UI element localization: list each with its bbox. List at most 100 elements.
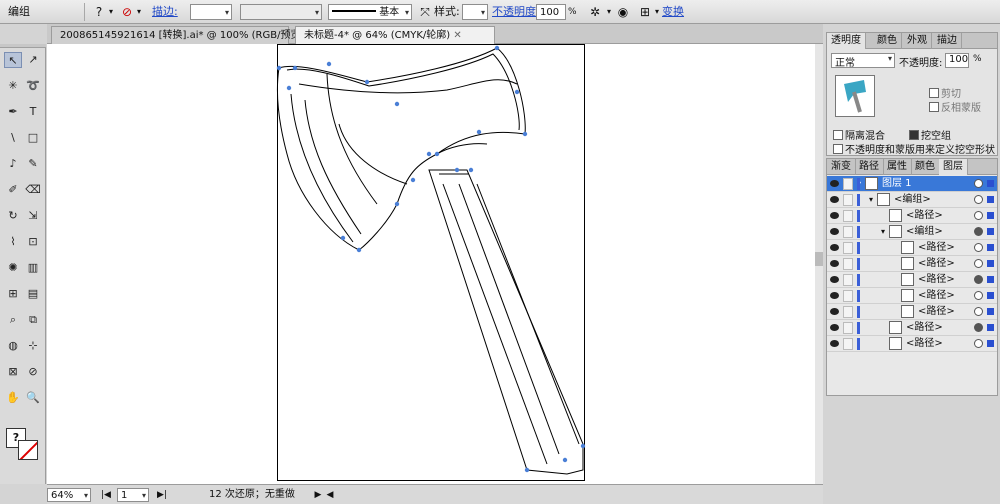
tab-layers[interactable]: 图层 [939,159,968,175]
blend-tool-icon[interactable]: ⧉ [24,312,42,328]
lock-toggle[interactable] [843,322,853,334]
target-icon[interactable] [974,291,983,300]
tab-appearance[interactable]: 外观 [903,33,932,49]
layer-row[interactable]: ▾图层 1 [827,176,997,192]
page-select[interactable]: 1 ▾ [117,488,149,502]
selection-indicator[interactable] [987,212,994,219]
paintbrush-tool-icon[interactable]: ♪ [4,156,22,172]
opacity-input[interactable]: 100 [536,4,566,20]
chevron-down-icon[interactable]: ▾ [130,4,148,20]
scroll-thumb[interactable] [815,252,823,266]
lock-toggle[interactable] [843,226,853,238]
tab-pathfinder[interactable]: 路径 [855,159,884,175]
selection-indicator[interactable] [987,308,994,315]
rectangle-tool-icon[interactable]: □ [24,130,42,146]
tab-document-1[interactable]: 200865145921614 [转换].ai* @ 100% (RGB/预览) [51,26,304,44]
column-graph-tool-icon[interactable]: ▥ [24,260,42,276]
visibility-eye-icon[interactable] [830,292,839,299]
eyedropper-tool-icon[interactable]: ⌕ [4,312,22,328]
selection-indicator[interactable] [987,324,994,331]
target-icon[interactable] [974,323,983,332]
symbol-sprayer-tool-icon[interactable]: ✺ [4,260,22,276]
stroke-box-icon[interactable] [18,440,38,460]
clip-option[interactable]: 剪切 [929,85,961,100]
canvas[interactable] [47,44,823,484]
selection-tool-icon[interactable]: ↖ [4,52,22,68]
selection-indicator[interactable] [987,244,994,251]
tab-attributes[interactable]: 属性 [883,159,912,175]
pen-tool-icon[interactable]: ✒ [4,104,22,120]
stroke-link[interactable]: 描边: [152,4,178,20]
direct-selection-tool-icon[interactable]: ↗ [24,52,42,68]
tab-stroke[interactable]: 描边 [933,33,962,49]
visibility-eye-icon[interactable] [830,276,839,283]
vertical-scrollbar[interactable] [815,44,823,484]
layer-row[interactable]: ▾ <编组> [827,192,997,208]
lock-toggle[interactable] [843,194,853,206]
live-paint-tool-icon[interactable]: ◍ [4,338,22,354]
fill-stroke-proxy[interactable]: ? [6,428,38,460]
target-icon[interactable] [974,339,983,348]
lasso-tool-icon[interactable]: ➰ [24,78,42,94]
crop-tool-icon[interactable]: ⊠ [4,364,22,380]
zoom-select[interactable]: 64% ▾ [47,488,91,502]
layer-row[interactable]: <路径> [827,320,997,336]
visibility-eye-icon[interactable] [830,308,839,315]
gradient-tool-icon[interactable]: ▤ [24,286,42,302]
opacity-mask-option[interactable]: 不透明度和蒙版用来定义挖空形状 [833,141,995,156]
eraser-tool-icon[interactable]: ⌫ [24,182,42,198]
visibility-eye-icon[interactable] [830,228,839,235]
lock-toggle[interactable] [843,290,853,302]
tab-color[interactable]: 颜色 [873,33,902,49]
layer-row[interactable]: <路径> [827,240,997,256]
target-icon[interactable] [974,227,983,236]
line-tool-icon[interactable]: \ [4,130,22,146]
visibility-eye-icon[interactable] [830,324,839,331]
tab-document-2[interactable]: 未标题-4* @ 64% (CMYK/轮廓) ✕ [295,26,495,44]
selection-indicator[interactable] [987,292,994,299]
lock-toggle[interactable] [843,274,853,286]
magic-wand-tool-icon[interactable]: ✳ [4,78,22,94]
layer-row[interactable]: <路径> [827,256,997,272]
rotate-tool-icon[interactable]: ↻ [4,208,22,224]
next-page-icon[interactable]: ▶| [153,488,171,502]
visibility-eye-icon[interactable] [830,244,839,251]
scroll-left-icon[interactable]: ◀ [321,488,339,502]
layer-row[interactable]: <路径> [827,336,997,352]
globe-icon[interactable]: ◉ [614,4,632,20]
warp-tool-icon[interactable]: ⌇ [4,234,22,250]
axe-artwork[interactable] [47,44,823,484]
selection-indicator[interactable] [987,276,994,283]
variable-width-select[interactable]: ▾ [240,4,322,20]
first-page-icon[interactable]: |◀ [97,488,115,502]
hand-tool-icon[interactable]: ✋ [4,390,22,406]
layer-row[interactable]: <路径> [827,304,997,320]
transform-link[interactable]: 变换 [662,4,684,20]
visibility-eye-icon[interactable] [830,196,839,203]
lock-toggle[interactable] [843,258,853,270]
target-icon[interactable] [974,275,983,284]
selection-indicator[interactable] [987,340,994,347]
free-transform-tool-icon[interactable]: ⊡ [24,234,42,250]
expand-arrows-icon[interactable]: ⤧ [416,4,434,20]
layer-row[interactable]: <路径> [827,272,997,288]
tab-gradient[interactable]: 渐变 [827,159,856,175]
visibility-eye-icon[interactable] [830,340,839,347]
expand-triangle-icon[interactable]: ▾ [869,192,873,207]
zoom-tool-icon[interactable]: 🔍 [24,390,42,406]
lock-toggle[interactable] [843,210,853,222]
isolate-blending-option[interactable]: 隔离混合 [833,127,885,142]
layer-row[interactable]: <路径> [827,208,997,224]
scale-tool-icon[interactable]: ⇲ [24,208,42,224]
layer-row[interactable]: ▾ <编组> [827,224,997,240]
lock-toggle[interactable] [843,242,853,254]
blob-brush-tool-icon[interactable]: ✐ [4,182,22,198]
selection-indicator[interactable] [987,260,994,267]
blend-mode-select[interactable]: 正常 ▾ [831,53,895,69]
panel-grip[interactable] [0,44,46,48]
expand-triangle-icon[interactable]: ▾ [881,224,885,239]
target-icon[interactable] [974,307,983,316]
selection-indicator[interactable] [987,180,994,187]
visibility-eye-icon[interactable] [830,260,839,267]
target-icon[interactable] [974,211,983,220]
